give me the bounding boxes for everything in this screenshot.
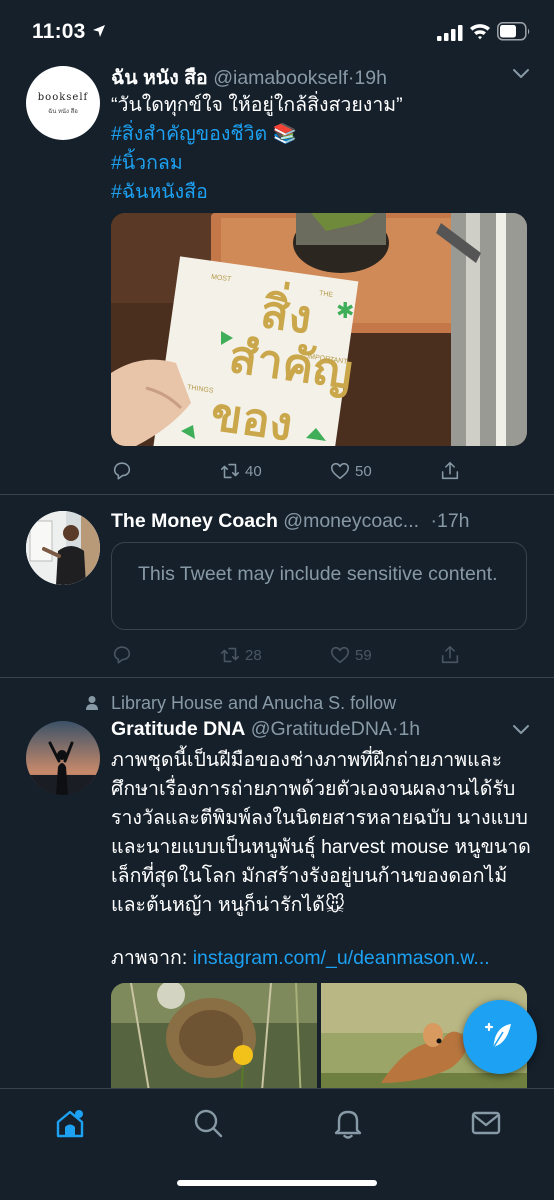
share-button[interactable] xyxy=(439,459,461,483)
share-icon xyxy=(441,645,459,664)
book-photo-scene: ✱ xyxy=(111,213,527,446)
wifi-icon xyxy=(470,24,490,40)
source-label: ภาพจาก: xyxy=(111,947,188,969)
display-name[interactable]: ฉัน หนัง สือ xyxy=(111,67,208,89)
social-context[interactable]: Library House and Anucha S. follow xyxy=(111,693,396,714)
tweet-header: Gratitude DNA @GratitudeDNA·1h xyxy=(111,718,420,741)
reply-icon xyxy=(113,462,131,480)
reply-icon xyxy=(113,646,131,664)
tweet-actions: 40 50 xyxy=(111,459,531,483)
reply-button[interactable] xyxy=(111,459,133,483)
tweet-time[interactable]: 1h xyxy=(398,718,420,740)
tweet-text: ภาพชุดนี้เป็นฝีมือของช่างภาพที่ฝึกถ่ายภา… xyxy=(111,749,531,916)
tweet[interactable]: bookself ฉัน หนัง สือ ฉัน หนัง สือ @iama… xyxy=(0,58,554,495)
tweet-header: ฉัน หนัง สือ @iamabookself·19h xyxy=(111,62,387,93)
avatar[interactable] xyxy=(26,511,100,585)
like-count: 50 xyxy=(355,462,372,480)
avatar-logo: bookself xyxy=(37,92,89,103)
like-count: 59 xyxy=(355,646,372,664)
svg-text:✱: ✱ xyxy=(336,299,354,324)
book-title-3: ของ xyxy=(207,387,296,446)
tweet-time[interactable]: 19h xyxy=(354,67,387,89)
battery-icon xyxy=(497,22,530,41)
tweet[interactable]: The Money Coach @moneycoac... ·17h This … xyxy=(0,495,554,678)
tweet-photo[interactable] xyxy=(111,983,317,1103)
home-icon[interactable] xyxy=(54,1107,86,1139)
share-icon xyxy=(441,461,459,480)
hashtag-link[interactable]: #ฉันหนังสือ xyxy=(111,178,531,207)
messages-icon[interactable] xyxy=(470,1107,502,1139)
avatar-photo xyxy=(26,511,100,585)
avatar-logo-sub: ฉัน หนัง สือ xyxy=(48,109,78,115)
person-icon xyxy=(86,696,98,710)
retweet-icon xyxy=(220,463,240,479)
tweet-source-line: ภาพจาก: instagram.com/_u/deanmason.w... xyxy=(111,944,531,973)
retweet-icon xyxy=(220,647,240,663)
notifications-icon[interactable] xyxy=(332,1107,364,1139)
hashtag-link[interactable]: #นิ้วกลม xyxy=(111,149,531,178)
display-name[interactable]: Gratitude DNA xyxy=(111,718,245,740)
home-indicator[interactable] xyxy=(177,1180,377,1186)
tweet-quote: “วันใดทุกข์ใจ ให้อยู่ใกล้สิ่งสวยงาม” xyxy=(111,94,403,116)
chevron-down-icon[interactable] xyxy=(512,724,530,736)
user-handle[interactable]: @GratitudeDNA xyxy=(251,718,392,740)
tweet-actions: 28 59 xyxy=(111,643,531,667)
retweet-count: 40 xyxy=(245,462,262,480)
retweet-count: 28 xyxy=(245,646,262,664)
heart-icon xyxy=(330,646,350,664)
avatar[interactable] xyxy=(26,721,100,795)
tweet-photo[interactable]: ✱ สิ่ง สำคัญ ของ MOST THE IMPORTANT THIN… xyxy=(111,213,527,446)
share-button[interactable] xyxy=(439,643,461,667)
avatar[interactable]: bookself ฉัน หนัง สือ xyxy=(26,66,100,140)
tweet-header: The Money Coach @moneycoac... ·17h xyxy=(111,510,470,533)
cellular-signal-icon xyxy=(437,25,463,41)
status-bar: 11:03 xyxy=(0,0,554,62)
reply-button[interactable] xyxy=(111,643,133,667)
tweet-time[interactable]: 17h xyxy=(437,510,470,532)
sensitive-content-notice[interactable]: This Tweet may include sensitive content… xyxy=(111,542,527,630)
status-time: 11:03 xyxy=(32,20,86,43)
book-title-1: สิ่ง xyxy=(257,284,315,344)
avatar-photo xyxy=(26,721,100,795)
hashtag-link[interactable]: #สิ่งสำคัญของชีวิต 📚 xyxy=(111,120,531,149)
location-arrow-icon xyxy=(93,25,105,37)
display-name[interactable]: The Money Coach xyxy=(111,510,278,532)
compose-tweet-button[interactable] xyxy=(463,1000,537,1074)
user-handle[interactable]: @iamabookself xyxy=(213,67,348,89)
like-button[interactable]: 59 xyxy=(329,643,372,667)
heart-icon xyxy=(330,462,350,480)
retweet-button[interactable]: 40 xyxy=(219,459,262,483)
user-handle[interactable]: @moneycoac... xyxy=(283,510,419,532)
retweet-button[interactable]: 28 xyxy=(219,643,262,667)
source-link[interactable]: instagram.com/_u/deanmason.w... xyxy=(193,947,490,969)
tweet-text: “วันใดทุกข์ใจ ให้อยู่ใกล้สิ่งสวยงาม” #สิ… xyxy=(111,91,531,207)
chevron-down-icon[interactable] xyxy=(512,68,530,80)
like-button[interactable]: 50 xyxy=(329,459,372,483)
search-icon[interactable] xyxy=(192,1107,224,1139)
compose-feather-icon xyxy=(484,1022,511,1049)
nest-photo xyxy=(111,983,317,1103)
